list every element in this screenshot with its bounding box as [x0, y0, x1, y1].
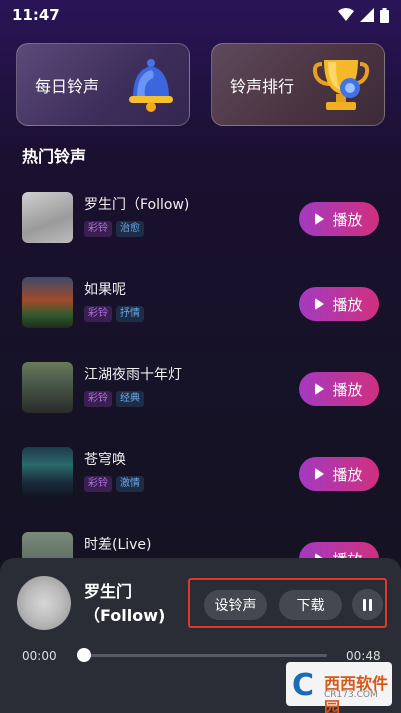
ringtone-ranking-card[interactable]: 铃声排行 [211, 43, 385, 126]
progress-track[interactable] [84, 654, 327, 657]
song-tag: 激情 [116, 476, 144, 492]
song-cover [22, 192, 73, 243]
song-title: 苍穹唤 [84, 452, 126, 468]
status-icons [338, 7, 389, 23]
watermark-url: CR173.COM [324, 690, 378, 700]
status-bar: 11:47 [0, 0, 401, 30]
play-icon [315, 383, 325, 395]
play-button[interactable]: 播放 [299, 372, 379, 406]
song-tag: 治愈 [116, 221, 144, 237]
song-tags: 彩铃 经典 [84, 391, 144, 407]
ringtone-ranking-label: 铃声排行 [230, 76, 295, 96]
song-tag: 彩铃 [84, 221, 112, 237]
play-button[interactable]: 播放 [299, 457, 379, 491]
player-title: 罗生门 （Follow) [84, 580, 165, 628]
player-controls: 设铃声 下载 [188, 578, 387, 628]
signal-icon [360, 8, 374, 22]
song-cover [22, 447, 73, 498]
song-tags: 彩铃 激情 [84, 476, 144, 492]
set-ringtone-button[interactable]: 设铃声 [204, 590, 267, 620]
pause-button[interactable] [352, 589, 383, 620]
song-title: 罗生门（Follow) [84, 197, 190, 213]
song-cover [22, 362, 73, 413]
song-tag: 彩铃 [84, 306, 112, 322]
play-icon [315, 213, 325, 225]
song-tag: 彩铃 [84, 476, 112, 492]
pause-icon [363, 598, 366, 611]
play-button[interactable]: 播放 [299, 287, 379, 321]
song-cover [22, 277, 73, 328]
download-button[interactable]: 下载 [279, 590, 342, 620]
trophy-icon [312, 60, 370, 110]
section-title: 热门铃声 [22, 147, 87, 166]
play-label: 播放 [332, 295, 363, 314]
song-tags: 彩铃 治愈 [84, 221, 144, 237]
current-time: 00:00 [22, 649, 57, 663]
progress-knob[interactable] [77, 648, 91, 662]
song-tag: 抒情 [116, 306, 144, 322]
wifi-icon [338, 8, 354, 21]
song-title: 时差(Live) [84, 537, 152, 553]
total-time: 00:48 [346, 649, 381, 663]
player-cover [17, 576, 71, 630]
daily-ringtone-label: 每日铃声 [35, 76, 100, 96]
status-time: 11:47 [12, 6, 60, 24]
category-cards: 每日铃声 铃声排行 [16, 43, 385, 126]
watermark-logo: C [292, 668, 315, 703]
song-tags: 彩铃 抒情 [84, 306, 144, 322]
play-label: 播放 [332, 210, 363, 229]
song-tag: 彩铃 [84, 391, 112, 407]
song-row[interactable]: 如果呢 彩铃 抒情 播放 [0, 265, 401, 341]
song-tag: 经典 [116, 391, 144, 407]
daily-ringtone-card[interactable]: 每日铃声 [16, 43, 190, 126]
song-row[interactable]: 江湖夜雨十年灯 彩铃 经典 播放 [0, 350, 401, 426]
play-label: 播放 [332, 380, 363, 399]
song-row[interactable]: 苍穹唤 彩铃 激情 播放 [0, 435, 401, 511]
bell-icon [129, 59, 173, 112]
play-icon [315, 298, 325, 310]
player-title-line2: （Follow) [84, 606, 166, 625]
player-title-line1: 罗生门 [84, 582, 133, 601]
play-icon [315, 468, 325, 480]
battery-icon [380, 7, 389, 23]
song-title: 如果呢 [84, 282, 126, 298]
song-row[interactable]: 罗生门（Follow) 彩铃 治愈 播放 [0, 180, 401, 256]
play-label: 播放 [332, 465, 363, 484]
play-button[interactable]: 播放 [299, 202, 379, 236]
song-title: 江湖夜雨十年灯 [84, 367, 182, 383]
watermark: C 西西软件园 CR173.COM [286, 662, 392, 713]
